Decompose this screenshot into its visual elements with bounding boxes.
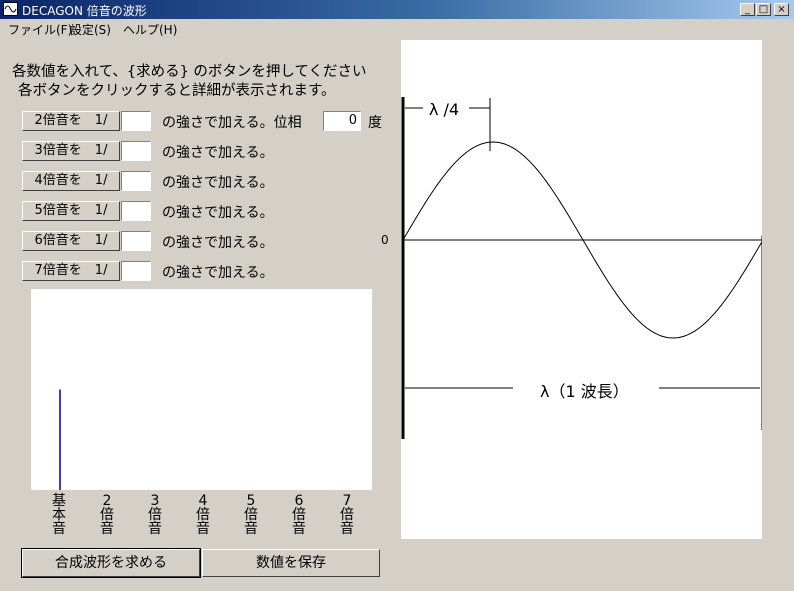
minimize-button[interactable]: _: [740, 3, 755, 16]
menu-bar: ファイル(F) 設定(S) ヘルプ(H): [0, 19, 794, 38]
harmonic-4-input[interactable]: [121, 171, 151, 191]
harmonic-4-label: の強さで加える。: [162, 175, 274, 191]
harmonic-5-label: の強さで加える。: [162, 205, 274, 221]
maximize-button[interactable]: □: [756, 3, 771, 16]
spectrum-panel: [31, 289, 372, 490]
harmonic-3-button[interactable]: 3倍音を 1/: [22, 141, 120, 161]
harmonic-6-button[interactable]: 6倍音を 1/: [22, 231, 120, 251]
save-values-button[interactable]: 数値を保存: [202, 549, 380, 577]
menu-file[interactable]: ファイル(F): [8, 21, 72, 38]
harmonic-2-button[interactable]: 2倍音を 1/: [22, 111, 120, 131]
phase-input[interactable]: 0: [323, 111, 361, 131]
harmonic-4-button[interactable]: 4倍音を 1/: [22, 171, 120, 191]
harmonic-5-input[interactable]: [121, 201, 151, 221]
spectrum-bars: [59, 389, 61, 490]
menu-settings[interactable]: 設定(S): [70, 21, 111, 38]
harmonic-3-input[interactable]: [121, 141, 151, 161]
zero-label: 0: [381, 233, 389, 247]
harmonic-3-label: の強さで加える。: [162, 145, 274, 161]
column-label-fundamental: 基本音: [52, 493, 66, 537]
harmonic-5-button[interactable]: 5倍音を 1/: [22, 201, 120, 221]
app-wave-icon[interactable]: [3, 2, 18, 16]
column-label-harmonic-3: 3倍音: [148, 493, 162, 537]
harmonic-2-label: の強さで加える。位相: [162, 115, 302, 131]
quarter-wavelength-label: λ /4: [429, 100, 460, 119]
close-button[interactable]: ×: [774, 3, 789, 16]
harmonic-6-label: の強さで加える。: [162, 235, 274, 251]
harmonic-2-input[interactable]: [121, 111, 151, 131]
column-label-harmonic-6: 6倍音: [292, 493, 306, 537]
phase-unit-label: 度: [368, 115, 382, 131]
menu-help[interactable]: ヘルプ(H): [123, 21, 177, 38]
instruction-line-1: 各数値を入れて、{求める} のボタンを押してください: [12, 64, 367, 80]
column-label-harmonic-2: 2倍音: [100, 493, 114, 537]
wavelength-label: λ（1 波長）: [540, 378, 629, 402]
compute-waveform-button[interactable]: 合成波形を求める: [21, 548, 201, 578]
harmonic-7-input[interactable]: [121, 261, 151, 281]
harmonic-7-button[interactable]: 7倍音を 1/: [22, 261, 120, 281]
column-label-harmonic-7: 7倍音: [340, 493, 354, 537]
window-title: DECAGON 倍音の波形: [22, 4, 147, 18]
column-label-harmonic-5: 5倍音: [244, 493, 258, 537]
harmonic-6-input[interactable]: [121, 231, 151, 251]
instruction-line-2: 各ボタンをクリックすると詳細が表示されます。: [18, 83, 336, 99]
title-bar: DECAGON 倍音の波形 _ □ ×: [0, 0, 794, 19]
column-label-harmonic-4: 4倍音: [196, 493, 210, 537]
harmonic-7-label: の強さで加える。: [162, 265, 274, 281]
